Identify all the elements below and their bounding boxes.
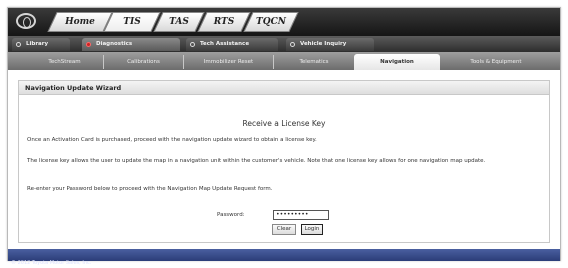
license-info-text: The license key allows the user to updat… bbox=[27, 158, 486, 164]
password-field[interactable]: ••••••••• bbox=[273, 210, 329, 220]
navtab-telematics[interactable]: Telematics bbox=[274, 55, 354, 69]
wizard-panel: Navigation Update Wizard Receive a Licen… bbox=[18, 80, 550, 243]
tab-tas[interactable]: TAS bbox=[153, 12, 205, 32]
radio-dot-icon bbox=[16, 42, 21, 47]
subtab-tech-assistance[interactable]: Tech Assistance bbox=[186, 38, 278, 51]
function-nav-bar: TechStream Calibrations Immobilizer Rese… bbox=[8, 52, 560, 70]
instruction-text: Once an Activation Card is purchased, pr… bbox=[27, 137, 317, 143]
clear-button[interactable]: Clear bbox=[272, 224, 296, 235]
toyota-logo-icon bbox=[16, 13, 36, 29]
copyright-text: © 2012 Toyota Motor Sales, Inc. bbox=[11, 260, 92, 266]
top-nav-bar: Home TIS TAS RTS TQCN bbox=[8, 8, 560, 36]
navtab-navigation[interactable]: Navigation bbox=[354, 54, 440, 70]
sub-nav-bar: Library Diagnostics Tech Assistance Vehi… bbox=[8, 36, 560, 52]
subtab-diagnostics[interactable]: Diagnostics bbox=[82, 38, 180, 51]
navtab-techstream[interactable]: TechStream bbox=[26, 55, 104, 69]
tab-home[interactable]: Home bbox=[47, 12, 113, 32]
navtab-tools-equipment[interactable]: Tools & Equipment bbox=[440, 55, 552, 69]
radio-dot-icon bbox=[190, 42, 195, 47]
page-title: Receive a License Key bbox=[242, 119, 326, 128]
tab-rts[interactable]: RTS bbox=[197, 12, 251, 32]
navtab-immobilizer-reset[interactable]: Immobilizer Reset bbox=[184, 55, 274, 69]
radio-dot-icon bbox=[290, 42, 295, 47]
app-frame: Home TIS TAS RTS TQCN Library Diagnostic… bbox=[7, 7, 561, 266]
password-label: Password: bbox=[217, 212, 245, 218]
tab-tqcn[interactable]: TQCN bbox=[243, 12, 299, 32]
panel-header: Navigation Update Wizard bbox=[19, 81, 549, 95]
subtab-library[interactable]: Library bbox=[12, 38, 70, 51]
subtab-vehicle-inquiry[interactable]: Vehicle Inquiry bbox=[286, 38, 374, 51]
radio-dot-icon bbox=[86, 42, 91, 47]
navtab-calibrations[interactable]: Calibrations bbox=[104, 55, 184, 69]
tab-tis[interactable]: TIS bbox=[103, 12, 161, 32]
login-button[interactable]: Login bbox=[301, 224, 323, 235]
reenter-password-text: Re-enter your Password below to proceed … bbox=[27, 186, 273, 192]
footer-bar: © 2012 Toyota Motor Sales, Inc. bbox=[8, 249, 560, 266]
